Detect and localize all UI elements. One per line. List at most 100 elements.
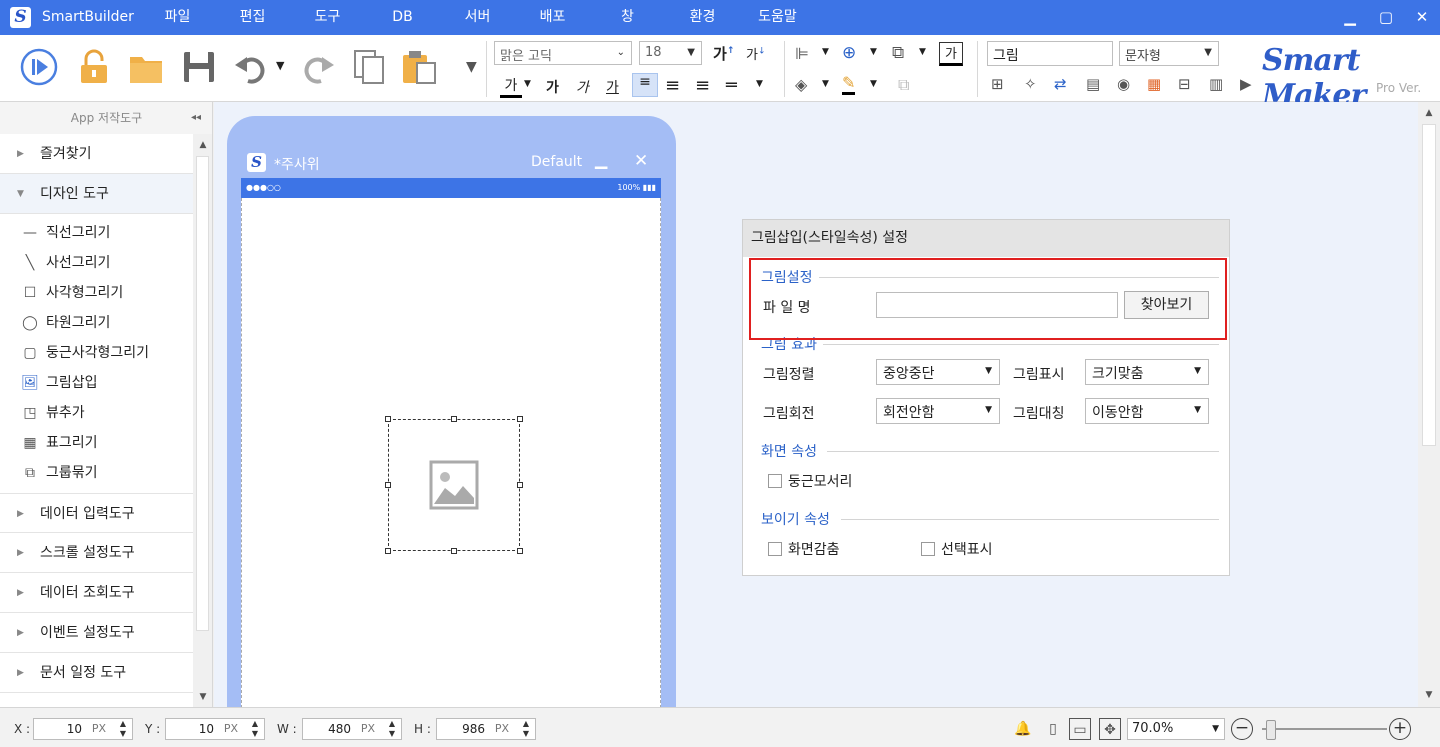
bell-icon[interactable]: 🔔	[1012, 718, 1034, 740]
tool-insert-image[interactable]: 🖼 그림삽입	[20, 368, 97, 398]
display-select[interactable]: 크기맞춤 ▼	[1085, 359, 1209, 385]
magic-wand-icon[interactable]: ✧	[1024, 75, 1037, 93]
spinner-arrows-icon[interactable]: ▲ ▼	[523, 719, 529, 739]
scroll-down-icon[interactable]: ▼	[193, 692, 212, 702]
show-selection-checkbox[interactable]: 선택표시	[921, 539, 993, 559]
tool-add-view[interactable]: ◳ 뷰추가	[20, 398, 84, 428]
tool-group[interactable]: ⧉ 그룹묶기	[20, 458, 98, 488]
zoom-select[interactable]: 70.0% ▼	[1127, 718, 1225, 740]
resize-handle[interactable]	[451, 416, 457, 422]
menu-help[interactable]: 도움말	[740, 0, 815, 35]
menu-tools[interactable]: 도구	[290, 0, 365, 35]
group-icon[interactable]: ⧉	[898, 75, 909, 95]
maximize-icon[interactable]: ▢	[1368, 0, 1404, 35]
category-data-query[interactable]: ▶ 데이터 조회도구	[0, 573, 193, 613]
collapse-panel-icon[interactable]: ◂◂	[191, 102, 201, 134]
fit-page-icon[interactable]: ▭	[1069, 718, 1091, 740]
hide-screen-checkbox[interactable]: 화면감춤	[768, 539, 840, 559]
chevron-down-icon[interactable]: ▼	[524, 79, 531, 89]
chevron-down-icon[interactable]: ▼	[822, 79, 829, 89]
pen-color-icon[interactable]: ✎	[842, 73, 856, 95]
y-input[interactable]: 10 PX ▲ ▼	[165, 718, 265, 740]
paste-icon[interactable]	[399, 47, 439, 87]
category-scroll[interactable]: ▶ 스크롤 설정도구	[0, 533, 193, 573]
tool-diagonal[interactable]: ╲ 사선그리기	[20, 248, 111, 278]
resize-handle[interactable]	[517, 482, 523, 488]
fill-bucket-icon[interactable]: ◈	[795, 75, 807, 94]
zoom-in-icon[interactable]: +	[1389, 718, 1411, 740]
align-right-icon[interactable]: ≡	[695, 75, 710, 96]
x-input[interactable]: 10 PX ▲ ▼	[33, 718, 133, 740]
data-type-select[interactable]: 문자형 ▼	[1119, 41, 1219, 66]
spinner-arrows-icon[interactable]: ▲ ▼	[120, 719, 126, 739]
tool-rounded-rectangle[interactable]: ▢ 둥근사각형그리기	[20, 338, 149, 368]
image-placeholder[interactable]	[388, 419, 520, 551]
scroll-up-icon[interactable]: ▲	[1418, 108, 1440, 118]
font-family-select[interactable]: 맑은 고딕 ⌄	[494, 41, 632, 65]
toolbar-more-icon[interactable]: ▼	[466, 59, 477, 75]
scroll-down-icon[interactable]: ▼	[1418, 690, 1440, 700]
object-type-select[interactable]: 그림	[987, 41, 1113, 66]
menu-server[interactable]: 서버	[440, 0, 515, 35]
text-box-icon[interactable]: 가	[939, 42, 963, 66]
play-icon[interactable]: ▶	[1240, 75, 1252, 93]
minimize-icon[interactable]: ▁	[595, 150, 607, 169]
arrange-icon[interactable]: ⧉	[892, 43, 904, 63]
resize-handle[interactable]	[451, 548, 457, 554]
menu-window[interactable]: 창	[590, 0, 665, 35]
panel-scrollbar[interactable]: ▲ ▼	[193, 134, 212, 707]
category-favorites[interactable]: ▶ 즐겨찾기	[0, 134, 193, 174]
height-input[interactable]: 986 PX ▲ ▼	[436, 718, 536, 740]
align-center-icon[interactable]: ≡	[665, 75, 680, 96]
open-folder-icon[interactable]	[126, 47, 166, 87]
component-icon[interactable]: ⊟	[1178, 75, 1191, 93]
line-style-icon[interactable]: ═	[726, 75, 737, 96]
menu-settings[interactable]: 환경	[665, 0, 740, 35]
chevron-down-icon[interactable]: ▼	[919, 47, 926, 57]
align-select[interactable]: 중앙중단 ▼	[876, 359, 1000, 385]
undo-icon[interactable]	[232, 47, 272, 87]
resize-handle[interactable]	[385, 416, 391, 422]
bold-icon[interactable]: 가	[546, 77, 559, 97]
spinner-arrows-icon[interactable]: ▲ ▼	[252, 719, 258, 739]
menu-db[interactable]: DB	[365, 0, 440, 35]
undo-dropdown-icon[interactable]: ▼	[276, 59, 284, 72]
minimize-icon[interactable]: ▁	[1332, 0, 1368, 35]
pan-icon[interactable]: ✥	[1099, 718, 1121, 740]
rotate-select[interactable]: 회전안함 ▼	[876, 398, 1000, 424]
zoom-slider-thumb[interactable]	[1266, 720, 1276, 740]
scrollbar-thumb[interactable]	[196, 156, 209, 631]
category-data-input[interactable]: ▶ 데이터 입력도구	[0, 493, 193, 533]
move-icon[interactable]: ⊕	[842, 43, 856, 63]
resize-handle[interactable]	[517, 548, 523, 554]
underline-icon[interactable]: 가	[606, 77, 619, 97]
swap-icon[interactable]: ⇄	[1054, 75, 1067, 93]
tool-line[interactable]: — 직선그리기	[20, 218, 110, 248]
zoom-out-icon[interactable]: −	[1231, 718, 1253, 740]
lock-icon[interactable]	[74, 47, 114, 87]
preview-eye-icon[interactable]: ◉	[1117, 75, 1130, 93]
italic-icon[interactable]: 가	[576, 77, 589, 97]
copy-icon[interactable]	[349, 47, 389, 87]
spinner-arrows-icon[interactable]: ▲ ▼	[389, 719, 395, 739]
chevron-down-icon[interactable]: ▼	[756, 79, 763, 89]
save-icon[interactable]	[179, 47, 219, 87]
scroll-up-icon[interactable]: ▲	[193, 140, 212, 150]
window-icon[interactable]: ▤	[1086, 75, 1100, 93]
resize-handle[interactable]	[385, 548, 391, 554]
chevron-down-icon[interactable]: ▼	[870, 47, 877, 57]
menu-deploy[interactable]: 배포	[515, 0, 590, 35]
resize-handle[interactable]	[517, 416, 523, 422]
menu-edit[interactable]: 편집	[215, 0, 290, 35]
tool-table[interactable]: ▦ 표그리기	[20, 428, 97, 458]
resize-handle[interactable]	[385, 482, 391, 488]
close-icon[interactable]: ✕	[634, 151, 648, 171]
device-check-icon[interactable]: ▯	[1042, 718, 1064, 740]
mirror-select[interactable]: 이동안함 ▼	[1085, 398, 1209, 424]
font-color-icon[interactable]: 가	[500, 75, 522, 98]
layout-icon[interactable]: ⊞	[991, 75, 1004, 93]
run-icon[interactable]	[19, 47, 59, 87]
align-objects-icon[interactable]: ⊫	[795, 44, 809, 63]
chevron-down-icon[interactable]: ▼	[870, 79, 877, 89]
tool-ellipse[interactable]: ◯ 타원그리기	[20, 308, 110, 338]
